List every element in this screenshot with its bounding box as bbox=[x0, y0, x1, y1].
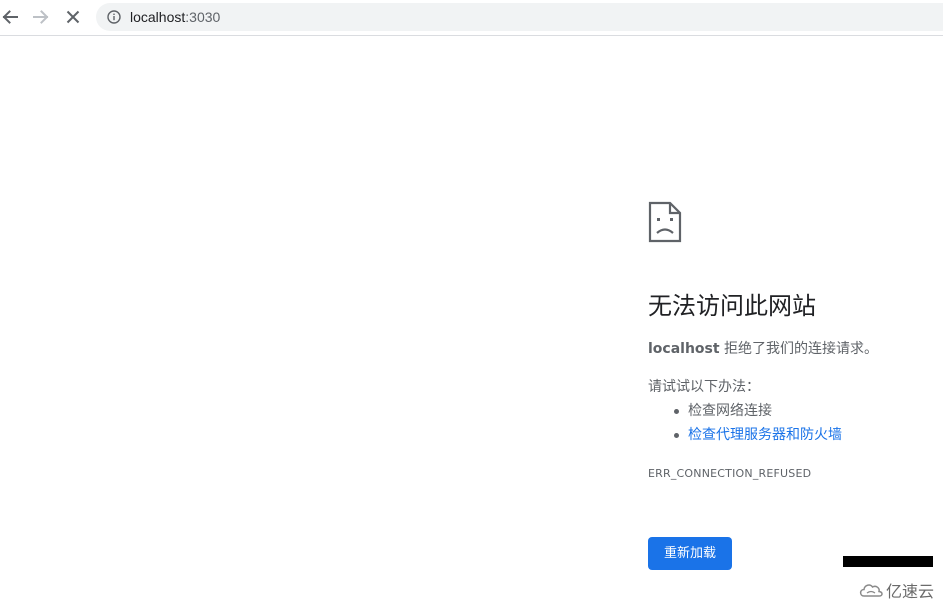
error-description: localhost 拒绝了我们的连接请求。 bbox=[648, 339, 878, 359]
error-code: ERR_CONNECTION_REFUSED bbox=[648, 467, 812, 480]
info-icon[interactable] bbox=[107, 10, 121, 24]
suggestion-check-proxy-link[interactable]: 检查代理服务器和防火墙 bbox=[648, 425, 842, 449]
watermark: 亿速云 bbox=[858, 578, 934, 602]
back-button[interactable] bbox=[0, 6, 21, 28]
error-host: localhost bbox=[648, 341, 720, 357]
address-bar[interactable]: localhost:3030 bbox=[96, 3, 943, 31]
error-title: 无法访问此网站 bbox=[648, 292, 816, 320]
url-host: localhost bbox=[130, 9, 186, 25]
suggestion-check-network: 检查网络连接 bbox=[648, 401, 842, 425]
browser-toolbar: localhost:3030 bbox=[0, 0, 943, 36]
url-text[interactable]: localhost:3030 bbox=[130, 8, 220, 26]
close-icon bbox=[66, 10, 80, 24]
forward-arrow-icon bbox=[33, 10, 49, 24]
error-message: 拒绝了我们的连接请求。 bbox=[719, 341, 879, 357]
suggestions-list: 检查网络连接 检查代理服务器和防火墙 bbox=[648, 401, 842, 449]
watermark-text: 亿速云 bbox=[886, 582, 935, 601]
redaction-bar bbox=[843, 556, 933, 567]
back-arrow-icon bbox=[2, 10, 18, 24]
cloud-logo-icon bbox=[859, 584, 883, 597]
stop-button[interactable] bbox=[62, 6, 84, 28]
sad-page-icon bbox=[648, 201, 682, 243]
reload-button[interactable]: 重新加载 bbox=[648, 537, 732, 570]
forward-button[interactable] bbox=[30, 6, 52, 28]
url-port: :3030 bbox=[185, 9, 221, 25]
suggestions-heading: 请试试以下办法： bbox=[648, 379, 760, 395]
